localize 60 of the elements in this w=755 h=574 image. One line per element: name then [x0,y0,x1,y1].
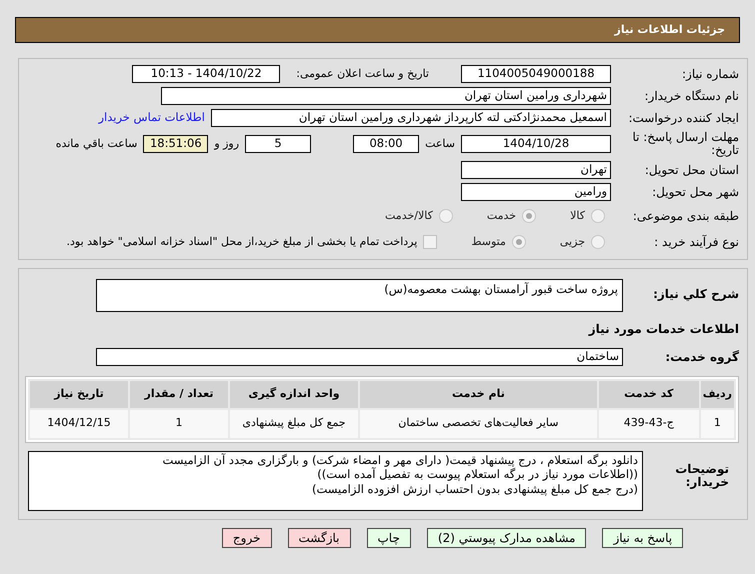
radio-label: کالا/خدمت [385,208,433,224]
column-header: تاریخ نیاز [29,380,129,408]
field-label: مهلت ارسال پاسخ: تا تاریخ: [631,130,739,158]
field-label: تاریخ و ساعت اعلان عمومی: [296,66,429,82]
field-label: توضیحات خریدار: [674,460,730,490]
page-title: جزئیات اطلاعات نیاز [614,22,725,38]
city-field[interactable]: ورامین [461,183,611,201]
field-label: گروه خدمت: [664,349,739,366]
table-cell: 1 [129,408,229,438]
radio-button[interactable] [522,209,536,223]
action-button[interactable]: بازگشت [288,528,350,548]
announce-date-field[interactable]: 1404/10/22 - 10:13 [132,65,280,83]
action-button[interactable]: مشاهده مدارک پیوستي (2) [426,528,586,548]
column-header: کد خدمت [598,380,700,408]
table-cell: 1 [700,408,735,438]
buyer-org-field[interactable]: شهرداری ورامین استان تهران [161,87,611,105]
field-label: شهر محل تحویل: [651,184,739,201]
remaining-time-field[interactable]: 18:51:06 [143,135,208,153]
action-button[interactable]: خروج [222,528,272,548]
table-cell: سایر فعالیت‌های تخصصی ساختمان [359,408,598,438]
radio-label: کالا [570,208,585,224]
field-label: استان محل تحویل: [644,162,739,179]
checkbox[interactable] [423,235,438,249]
contact-link[interactable]: اطلاعات تماس خریدار [98,109,205,127]
radio-button[interactable] [591,235,605,249]
days-label: روز و [214,136,240,152]
days-field[interactable]: 5 [245,135,312,153]
need-number-field[interactable]: 1104005049000188 [461,65,611,83]
table-cell: جمع کل مبلغ پیشنهادی [229,408,359,438]
field-label: نوع فرآیند خرید : [653,234,739,251]
table-cell: ج-43-439 [598,408,700,438]
radio-label: خدمت [486,208,516,224]
service-group-field[interactable]: ساختمان [96,348,623,366]
table-cell: 1404/12/15 [29,408,129,438]
radio-button[interactable] [512,235,526,249]
action-button[interactable]: چاپ [366,528,411,548]
radio-button[interactable] [438,209,453,223]
payment-note: پرداخت تمام یا بخشی از مبلغ خرید،از محل "اسناد خزانه اسلامی" خواهد بود. [66,234,418,250]
section-title: اطلاعات خدمات مورد نیاز [587,321,739,338]
field-label: شماره نیاز: [681,66,739,83]
field-label: نام دستگاه خریدار: [644,88,739,105]
remaining-label: ساعت باقي مانده [56,136,138,152]
requester-field[interactable]: اسمعیل محمدنژادکتی لته کارپرداز شهرداری ورامین استان تهران [211,109,611,127]
field-label: طبقه بندی موضوعی: [632,208,739,225]
radio-button[interactable] [591,209,605,223]
field-label: شرح کلي نياز: [652,286,739,303]
time-label: ساعت [425,136,455,152]
column-header: ردیف [700,380,735,408]
buyer-notes-field[interactable]: دانلود برگه استعلام ، درج پیشنهاد قیمت( دارای مهر و امضاء شرکت) و بارگزاری مجدد آن الزامیست ((اطلاعات مورد نیاز در برگه استعلام پیوست به تفصیل آمده است)) (درج جمع کل مبلغ پیشنهادی بدون احتساب ارزش افزوده الزامیست) [28,450,643,510]
deadline-time-field[interactable]: 08:00 [353,135,420,153]
column-header: واحد اندازه گیری [229,380,359,408]
column-header: نام خدمت [359,380,598,408]
province-field[interactable]: تهران [461,161,611,179]
radio-label: جزیی [560,234,585,250]
column-header: تعداد / مقدار [129,380,229,408]
description-field[interactable]: پروژه ساخت قبور آرامستان بهشت معصومه(س) [96,279,623,312]
field-label: ایجاد کننده درخواست: [627,110,739,127]
radio-label: متوسط [471,234,506,250]
action-button[interactable]: پاسخ به نیاز [602,528,684,548]
deadline-date-field[interactable]: 1404/10/28 [461,135,611,153]
